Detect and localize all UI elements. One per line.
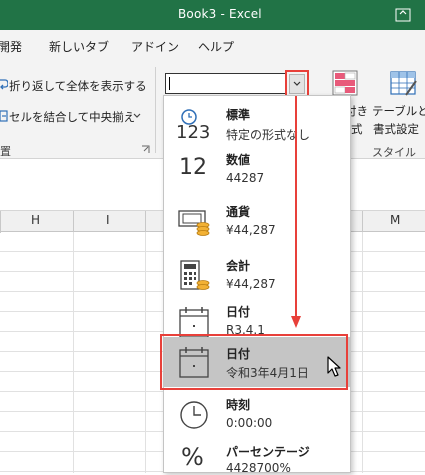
column-line [73, 232, 74, 473]
column-i[interactable]: I [106, 213, 110, 227]
ribbon-tabs: 開発 新しいタブ アドイン ヘルプ [0, 30, 425, 61]
column-divider [362, 211, 363, 233]
title-bar: Book3 - Excel [0, 0, 425, 30]
tab-addins[interactable]: アドイン [131, 38, 179, 55]
mouse-pointer-icon [327, 356, 341, 377]
number-format-input[interactable] [165, 73, 286, 94]
styles-group-label: スタイル [372, 146, 416, 159]
format-name: 会計 [226, 259, 251, 273]
format-option-number[interactable]: 12 数値 44287 [164, 141, 350, 201]
ribbon-display-options-icon[interactable] [395, 8, 411, 22]
format-as-table-label-2: 書式設定 [373, 122, 419, 136]
highlight-box-selected-option [160, 334, 348, 390]
red-arrow-annotation [291, 96, 301, 328]
calculator-icon [180, 260, 210, 290]
conditional-format-label-2: 式 [351, 122, 363, 136]
format-option-percent[interactable]: % パーセンテージ 4428700% [164, 431, 350, 475]
format-as-table-label-1: テーブルとし [372, 104, 425, 118]
window-title: Book3 - Excel [178, 7, 262, 21]
highlight-box-dropdown [285, 70, 309, 98]
tab-help[interactable]: ヘルプ [198, 38, 234, 55]
number-format-list: 123 標準 特定の形式なし 12 数値 44287 通貨 ¥44,287 会計… [163, 95, 351, 475]
number-12-icon: 12 [179, 155, 207, 180]
chevron-down-icon[interactable] [133, 112, 141, 120]
group-divider [155, 67, 156, 153]
format-sample: ¥44,287 [226, 223, 276, 237]
wrap-text-icon [0, 79, 8, 90]
format-name: 通貨 [226, 205, 251, 219]
column-divider [0, 211, 1, 233]
format-sample: 44287 [226, 171, 265, 185]
tab-new-tab[interactable]: 新しいタブ [49, 38, 109, 55]
icon-text-123: 123 [176, 122, 211, 143]
text-caret [169, 77, 170, 90]
merge-center-label: セルを結合して中央揃え [9, 110, 136, 124]
format-name: 標準 [226, 108, 251, 122]
format-name: 日付 [226, 305, 251, 319]
percent-icon: % [181, 443, 204, 471]
format-option-currency[interactable]: 通貨 ¥44,287 [164, 193, 350, 253]
format-name: 数値 [226, 153, 251, 167]
merge-center-button[interactable]: セルを結合して中央揃え [9, 109, 135, 125]
wrap-text-button[interactable]: 折り返して全体を表示する [9, 78, 147, 94]
column-h[interactable]: H [31, 213, 40, 227]
column-line [145, 232, 146, 473]
format-sample: ¥44,287 [226, 277, 276, 291]
format-sample: 0:00:00 [226, 416, 273, 430]
column-divider [73, 211, 74, 233]
column-m[interactable]: M [390, 213, 400, 227]
format-as-table-icon[interactable] [388, 69, 420, 99]
tab-developer[interactable]: 開発 [0, 38, 22, 55]
dialog-launcher-icon[interactable] [141, 145, 150, 154]
column-line [362, 232, 363, 473]
merge-center-icon [0, 110, 8, 122]
alignment-group-label: 置 [0, 145, 11, 158]
currency-icon [178, 210, 210, 236]
column-divider [145, 211, 146, 233]
format-name: パーセンテージ [226, 445, 310, 459]
format-name: 時刻 [226, 398, 251, 412]
clock-icon [180, 401, 208, 429]
